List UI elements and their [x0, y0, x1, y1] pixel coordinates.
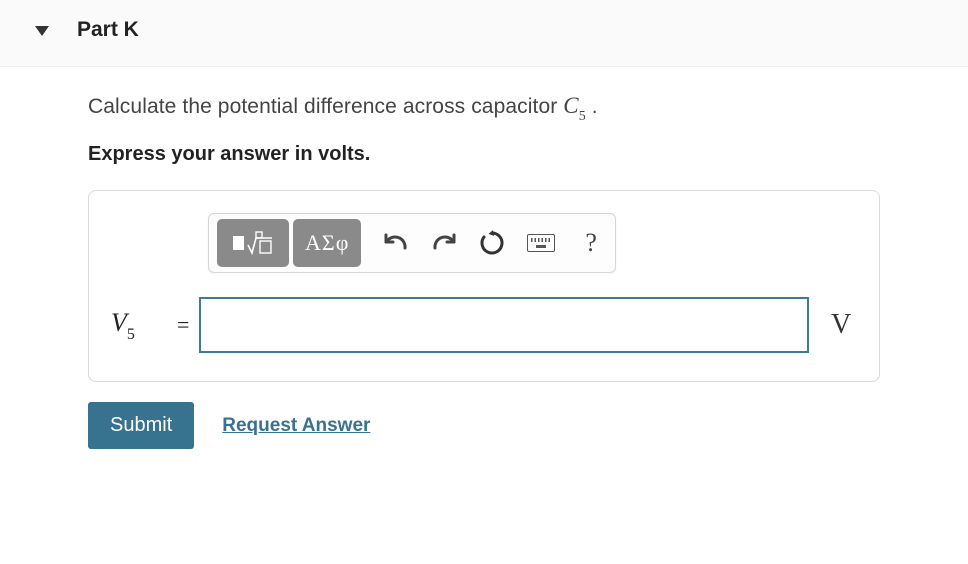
undo-icon — [383, 232, 409, 254]
question-subscript: 5 — [579, 109, 586, 124]
answer-input-row: V5 = V — [111, 297, 857, 353]
root-icon — [247, 231, 273, 255]
content-area: Calculate the potential difference acros… — [0, 67, 968, 449]
actions-row: Submit Request Answer — [88, 402, 880, 449]
answer-variable: V5 — [111, 308, 171, 342]
question-prefix: Calculate the potential difference acros… — [88, 95, 563, 118]
redo-button[interactable] — [421, 219, 467, 267]
template-button[interactable] — [217, 219, 289, 267]
collapse-arrow-icon — [35, 26, 49, 36]
reset-button[interactable] — [469, 219, 515, 267]
help-icon: ? — [585, 228, 597, 258]
answer-var-letter: V — [111, 308, 127, 337]
keyboard-button[interactable] — [517, 219, 565, 267]
equation-toolbar: ΑΣφ — [208, 213, 616, 273]
template-math-icon — [229, 231, 277, 255]
help-button[interactable]: ? — [575, 219, 607, 267]
undo-button[interactable] — [373, 219, 419, 267]
redo-icon — [431, 232, 457, 254]
instruction-text: Express your answer in volts. — [88, 143, 880, 166]
part-title: Part K — [77, 18, 139, 42]
submit-button[interactable]: Submit — [88, 402, 194, 449]
part-header[interactable]: Part K — [0, 0, 968, 67]
answer-box: ΑΣφ — [88, 190, 880, 382]
answer-input[interactable] — [199, 297, 809, 353]
question-text: Calculate the potential difference acros… — [88, 93, 880, 123]
request-answer-link[interactable]: Request Answer — [222, 415, 370, 437]
greek-icon: ΑΣφ — [305, 230, 349, 256]
keyboard-icon — [527, 234, 555, 252]
greek-letters-button[interactable]: ΑΣφ — [293, 219, 361, 267]
answer-unit: V — [831, 309, 857, 341]
reset-icon — [479, 230, 505, 256]
answer-var-subscript: 5 — [127, 326, 135, 343]
question-suffix: . — [586, 95, 598, 118]
question-variable: C — [563, 93, 578, 118]
equals-sign: = — [177, 312, 189, 338]
